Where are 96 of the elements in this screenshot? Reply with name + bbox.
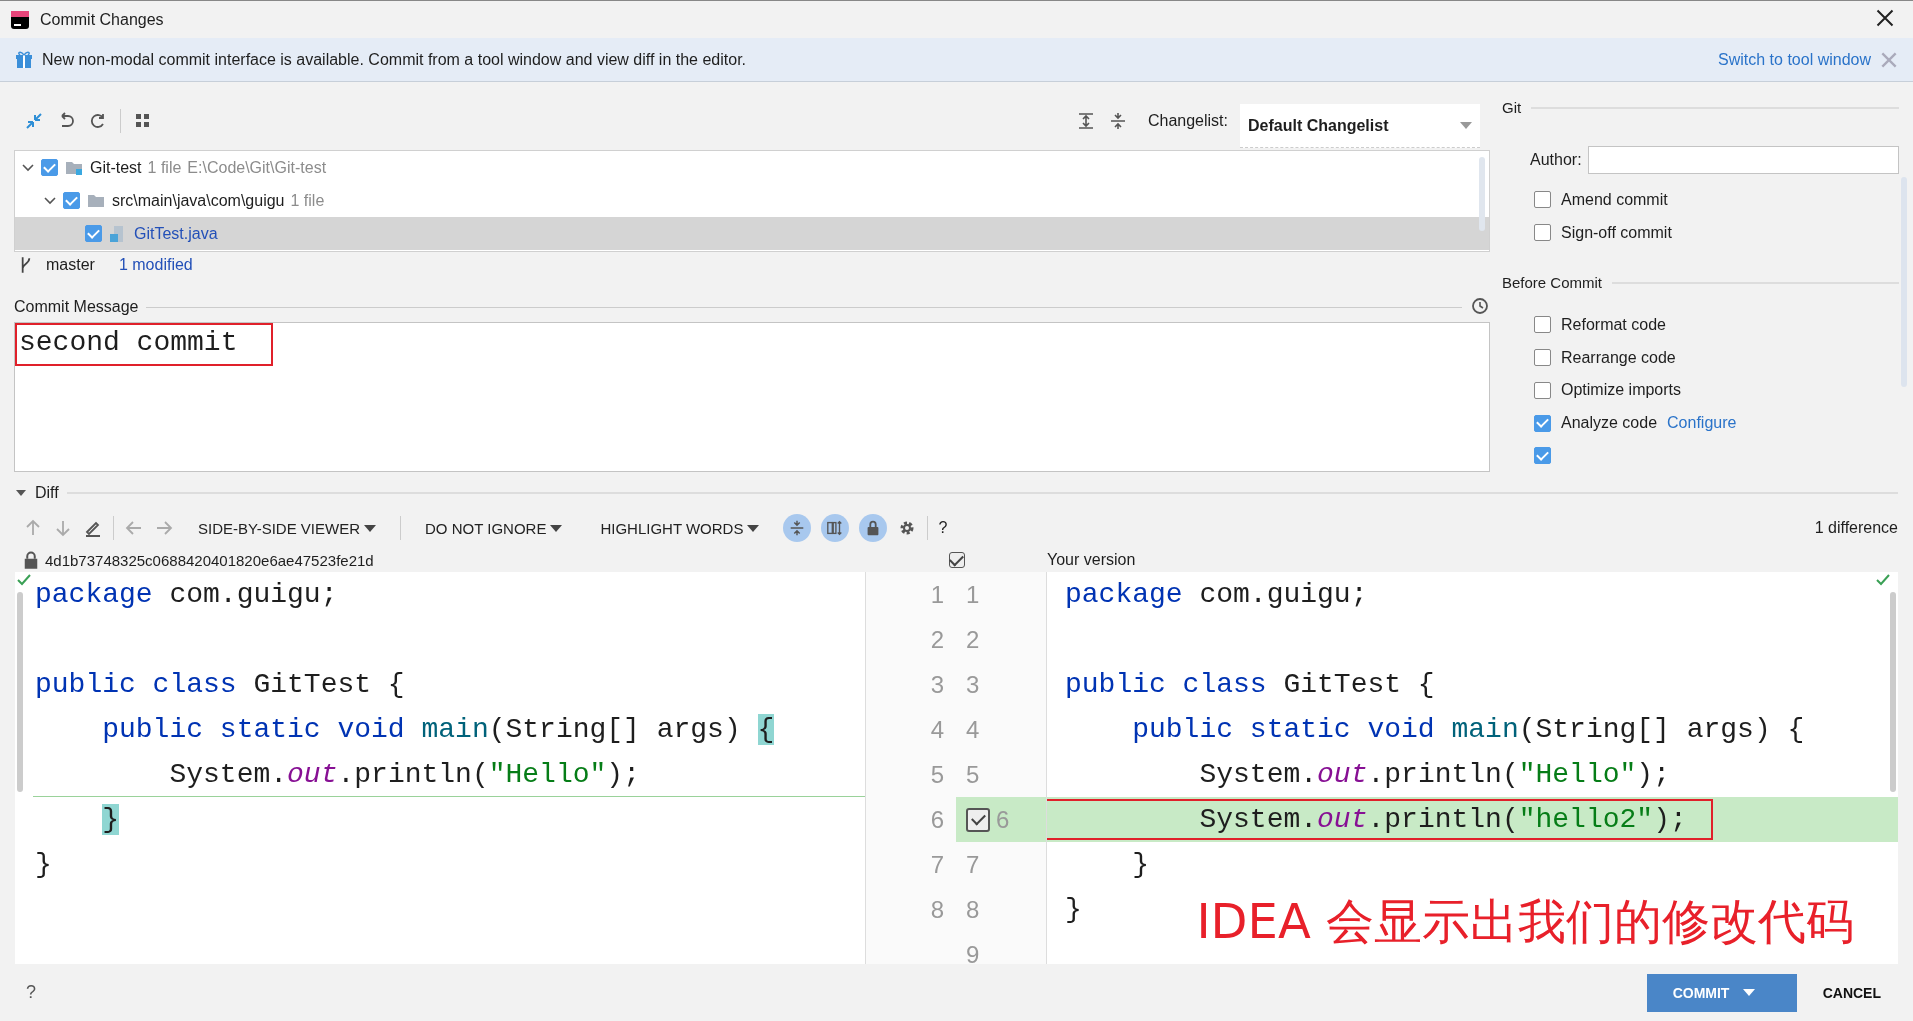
file-path: E:\Code\Git\Git-test [187, 158, 327, 177]
option-label: Rearrange code [1561, 348, 1676, 367]
tree-row[interactable]: src\main\java\com\guigu 1 file [15, 184, 1489, 217]
line-number: 5 [929, 760, 945, 789]
history-icon[interactable] [1470, 296, 1490, 316]
section-label: Commit Message [14, 298, 139, 316]
commit-message-field[interactable]: second commit [14, 322, 1490, 472]
checkbox[interactable] [41, 159, 58, 176]
line-number: 3 [929, 670, 945, 699]
checkbox[interactable] [1534, 414, 1551, 432]
file-name: Git-test [90, 158, 142, 177]
scrollbar[interactable] [1479, 157, 1485, 231]
tree-row[interactable]: GitTest.java [15, 217, 1489, 250]
section-label: Diff [35, 484, 59, 502]
close-icon [1875, 7, 1895, 28]
code-line: System.out.println("Hello"); [1198, 758, 1670, 792]
code-line: System.out.println("Hello"); [33, 752, 865, 797]
line-number: 5 [966, 760, 980, 789]
code-line: public static void main(String[] args) { [1131, 713, 1805, 747]
checkbox[interactable] [948, 552, 965, 568]
file-count: 1 file [290, 191, 325, 210]
window-title: Commit Changes [40, 10, 165, 29]
code-line: public class GitTest { [1064, 668, 1435, 702]
checkbox[interactable] [1534, 316, 1551, 334]
checkbox[interactable] [1534, 381, 1551, 399]
file-name: src\main\java\com\guigu [112, 191, 285, 210]
line-number: 1 [929, 580, 945, 609]
branch-name: master [46, 256, 95, 274]
code-line: package com.guigu; [1064, 578, 1368, 612]
option-label: Amend commit [1561, 190, 1668, 209]
line-number: 6 [996, 805, 1010, 834]
author-field[interactable] [1587, 145, 1899, 174]
checkbox[interactable] [966, 807, 990, 832]
code-line: public static void main(String[] args) { [101, 713, 775, 747]
code-line: } [34, 848, 52, 882]
check-icon [17, 574, 31, 586]
scrollbar[interactable] [1890, 592, 1896, 792]
app-logo-icon [10, 9, 30, 30]
modified-link[interactable]: 1 modified [118, 256, 193, 274]
version-title: Your version [1047, 551, 1136, 569]
line-number: 4 [966, 715, 980, 744]
lock-icon[interactable] [859, 514, 888, 542]
sync-scroll-icon[interactable] [821, 514, 850, 542]
file-name: GitTest.java [134, 224, 218, 243]
author-label: Author: [1530, 150, 1582, 169]
line-number: 1 [966, 580, 980, 609]
checkbox[interactable] [1534, 191, 1551, 209]
dropdown-button[interactable]: HIGHLIGHT WORDS [586, 518, 774, 538]
revision-hash: 4d1b73748325c0688420401820e6ae47523fe21d [45, 551, 374, 569]
line-number: 2 [929, 625, 945, 654]
line-number: 7 [966, 850, 980, 879]
collapse-unchanged-icon[interactable] [783, 514, 812, 542]
checkbox[interactable] [63, 192, 80, 209]
line-number: 7 [929, 850, 945, 879]
line-number: 9 [966, 940, 980, 969]
code-line: package com.guigu; [34, 578, 338, 612]
checkbox[interactable] [1534, 349, 1551, 367]
commit-button[interactable]: COMMIT [1646, 973, 1797, 1012]
switch-link[interactable]: Switch to tool window [1718, 50, 1871, 69]
code-line: } [1131, 848, 1149, 882]
option-label: Optimize imports [1561, 381, 1682, 400]
line-number: 4 [929, 715, 945, 744]
group-title: Git [1502, 99, 1522, 117]
help-button[interactable]: ? [26, 982, 1633, 1003]
down-arrow-icon[interactable] [53, 518, 73, 538]
line-number: 8 [929, 895, 945, 924]
banner-message: New non-modal commit interface is available. Commit from a tool window and view diff in the editor. [42, 50, 747, 69]
option-label: Sign-off commit [1561, 223, 1672, 242]
tree-row[interactable]: Git-test 1 file E:\Code\Git\Git-test [15, 151, 1489, 184]
dropdown-button[interactable]: DO NOT IGNORE [411, 518, 577, 538]
annotation-text: IDEA 会显示出我们的修改代码 [1196, 892, 1854, 951]
difference-count: 1 difference [1814, 519, 1898, 537]
option-label: Reformat code [1561, 315, 1666, 334]
code-line: public class GitTest { [34, 668, 405, 702]
gift-icon [14, 49, 34, 70]
checkbox[interactable] [1534, 224, 1551, 242]
changelist-label: Changelist: [1147, 112, 1228, 130]
check-icon [1876, 574, 1890, 586]
line-number: 2 [966, 625, 980, 654]
group-title: Before Commit [1502, 274, 1603, 292]
line-number: 6 [929, 805, 945, 834]
line-number: 3 [966, 670, 980, 699]
help-button[interactable]: ? [938, 519, 948, 537]
configure-link[interactable]: Configure [1667, 414, 1737, 432]
dropdown-button[interactable]: SIDE-BY-SIDE VIEWER [184, 518, 390, 538]
line-number: 8 [966, 895, 980, 924]
scrollbar[interactable] [17, 592, 23, 792]
code-line: } [1064, 893, 1082, 927]
checkbox[interactable] [1534, 447, 1551, 465]
collapse-triangle-icon[interactable] [15, 488, 27, 498]
arrows-icon[interactable] [24, 111, 44, 131]
file-count: 1 file [147, 158, 182, 177]
option-label: Analyze code [1561, 414, 1658, 432]
commit-message-text: second commit [19, 327, 238, 358]
checkbox[interactable] [85, 225, 102, 242]
changelist-dropdown[interactable]: Default Changelist [1240, 104, 1480, 148]
